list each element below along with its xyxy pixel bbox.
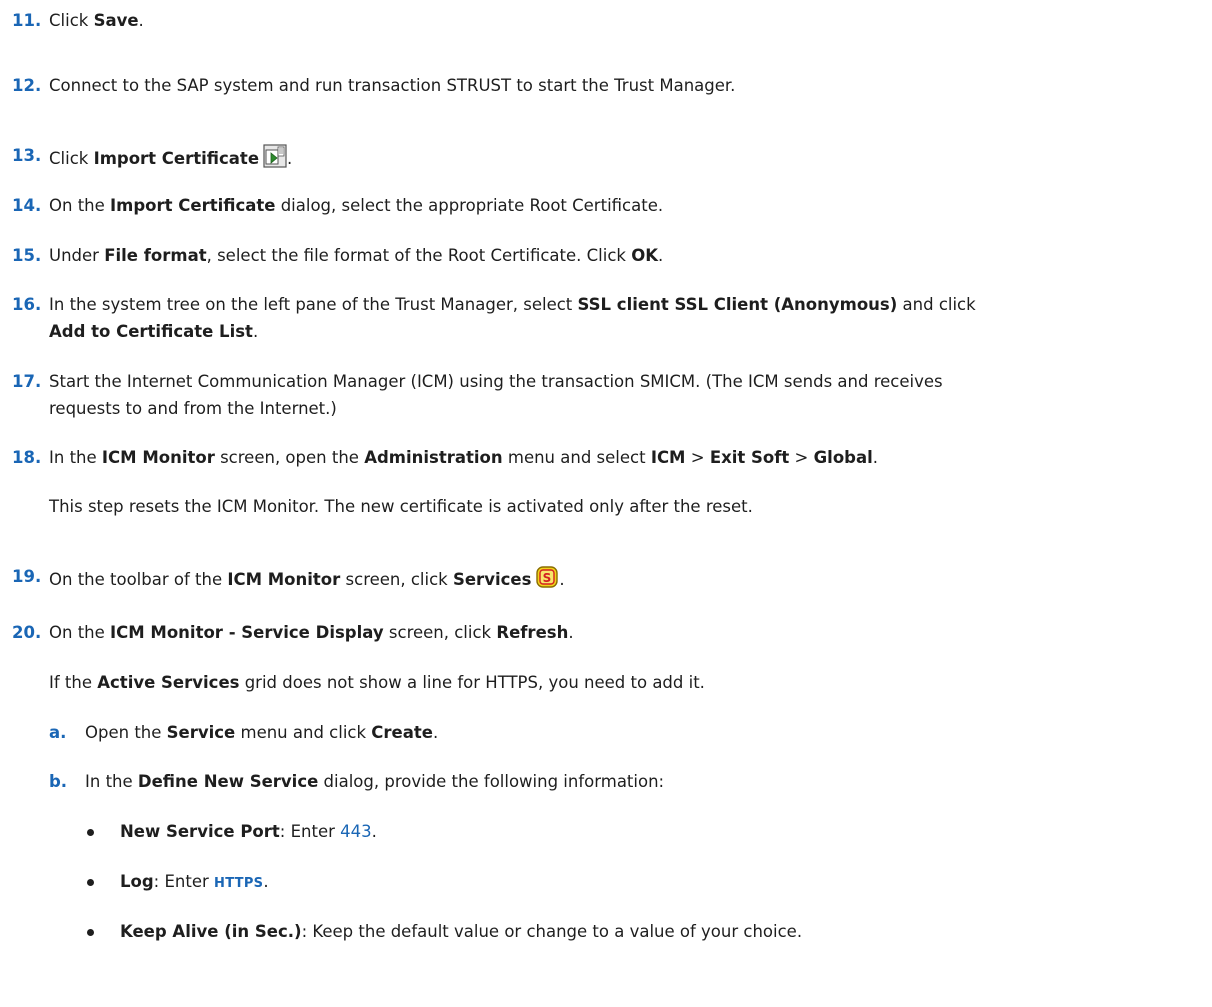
services-icon: S — [535, 565, 559, 596]
step-text: On the Import Certificate dialog, select… — [49, 196, 664, 215]
step-text: On the toolbar of the ICM Monitor screen… — [49, 565, 565, 596]
step-number: 18. — [12, 448, 42, 467]
step-text: In the system tree on the left pane of t… — [49, 295, 976, 314]
bullet-icon — [87, 829, 94, 836]
substep-text: In the Define New Service dialog, provid… — [85, 772, 665, 791]
bullet-icon — [87, 879, 94, 886]
code-value: HTTPS — [214, 876, 264, 891]
step-text: Click Save. — [49, 11, 144, 30]
step-note: If the Active Services grid does not sho… — [49, 673, 705, 692]
step-text: Start the Internet Communication Manager… — [49, 372, 943, 391]
bullet-text: New Service Port: Enter 443. — [120, 822, 377, 841]
step-number: 14. — [12, 196, 42, 215]
step-text: requests to and from the Internet.) — [49, 399, 337, 418]
substep-text: Open the Service menu and click Create. — [85, 723, 439, 742]
bullet-icon — [87, 929, 94, 936]
step-number: 16. — [12, 295, 42, 314]
bullet-text: Log: Enter HTTPS. — [120, 872, 269, 891]
bullet-text: Keep Alive (in Sec.): Keep the default v… — [120, 922, 803, 941]
step-number: 13. — [12, 146, 42, 165]
svg-text:S: S — [543, 571, 552, 585]
document: 11. Click Save. 12. Connect to the SAP s… — [0, 0, 1212, 1007]
step-text: In the ICM Monitor screen, open the Admi… — [49, 448, 879, 467]
step-text: Click Import Certificate. — [49, 144, 292, 175]
step-text: On the ICM Monitor - Service Display scr… — [49, 623, 574, 642]
code-value: 443 — [340, 822, 372, 841]
step-number: 15. — [12, 246, 42, 265]
step-text: Under File format, select the file forma… — [49, 246, 664, 265]
step-number: 19. — [12, 567, 42, 586]
step-text: Connect to the SAP system and run transa… — [49, 76, 736, 95]
step-text: Add to Certificate List. — [49, 322, 259, 341]
step-number: 11. — [12, 11, 42, 30]
substep-letter: a. — [49, 723, 67, 742]
step-number: 17. — [12, 372, 42, 391]
substep-letter: b. — [49, 772, 68, 791]
import-certificate-icon — [263, 144, 287, 175]
step-note: This step resets the ICM Monitor. The ne… — [49, 497, 753, 516]
step-number: 12. — [12, 76, 42, 95]
step-number: 20. — [12, 623, 42, 642]
